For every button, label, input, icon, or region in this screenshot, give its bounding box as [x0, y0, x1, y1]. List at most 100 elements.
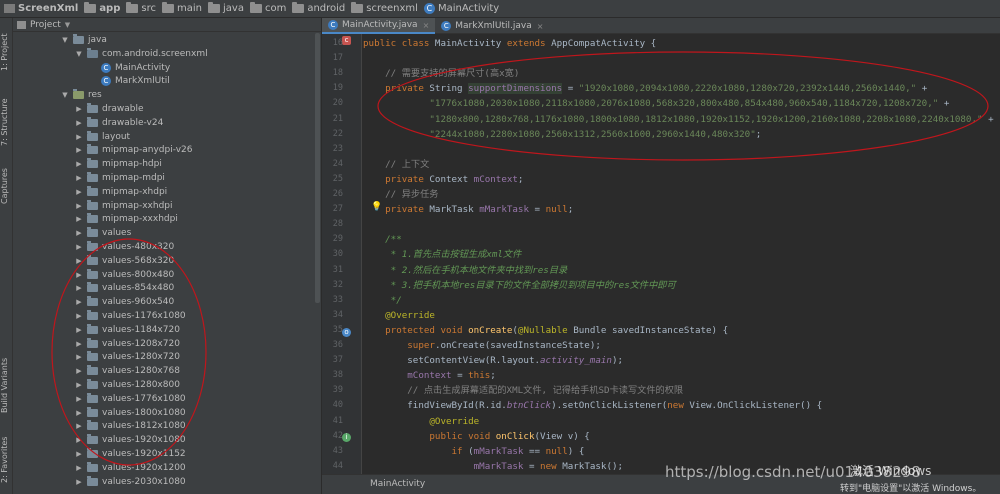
- tree-item[interactable]: ▶ values-1176x1080: [13, 309, 313, 323]
- breadcrumb-item[interactable]: ScreenXml: [4, 3, 78, 14]
- close-icon[interactable]: ×: [537, 22, 544, 31]
- tree-item[interactable]: ▶ mipmap-anydpi-v26: [13, 143, 313, 157]
- breadcrumb-item[interactable]: main: [156, 2, 202, 14]
- collapsed-arrow-icon[interactable]: ▶: [75, 284, 83, 292]
- collapsed-arrow-icon[interactable]: ▶: [75, 146, 83, 154]
- override-method-icon[interactable]: o: [342, 328, 351, 337]
- collapsed-arrow-icon[interactable]: ▶: [75, 105, 83, 113]
- tree-item[interactable]: ▶ values-1280x768: [13, 364, 313, 378]
- breadcrumb-label: src: [141, 3, 156, 14]
- tree-item[interactable]: ▶ values-1920x1080: [13, 433, 313, 447]
- breadcrumb-item[interactable]: C MainActivity: [418, 3, 499, 14]
- tree-item[interactable]: ▼ res: [13, 88, 313, 102]
- collapsed-arrow-icon[interactable]: ▶: [75, 450, 83, 458]
- collapsed-arrow-icon[interactable]: ▶: [75, 215, 83, 223]
- captures-tool-tab[interactable]: Captures: [0, 164, 13, 208]
- code-token: Bundle savedInstanceState) {: [573, 324, 729, 336]
- collapsed-arrow-icon[interactable]: ▶: [75, 409, 83, 417]
- collapsed-arrow-icon[interactable]: ▶: [75, 188, 83, 196]
- collapsed-arrow-icon[interactable]: ▶: [75, 381, 83, 389]
- collapsed-arrow-icon[interactable]: ▶: [75, 271, 83, 279]
- tree-item[interactable]: ▶ values-1208x720: [13, 337, 313, 351]
- tree-item[interactable]: C MarkXmlUtil: [13, 74, 313, 88]
- tree-item[interactable]: ▶ values-2030x1080: [13, 475, 313, 489]
- code-token: @Override: [363, 309, 435, 321]
- line-number-gutter: c o i 16 17 18 19 20 21 22 23 24 25 26 27 28 29 30 31 32…: [322, 34, 362, 474]
- project-panel-header[interactable]: Project ▼: [13, 18, 321, 32]
- expanded-arrow-icon[interactable]: ▼: [75, 50, 83, 58]
- editor-tab[interactable]: C MainActivity.java ×: [322, 18, 436, 34]
- tree-item[interactable]: ▶ values-854x480: [13, 281, 313, 295]
- breadcrumb-item[interactable]: android: [286, 2, 345, 14]
- collapsed-arrow-icon[interactable]: ▶: [75, 367, 83, 375]
- code-editor[interactable]: public class MainActivity extends AppCom…: [363, 34, 1000, 474]
- collapsed-arrow-icon[interactable]: ▶: [75, 133, 83, 141]
- collapsed-arrow-icon[interactable]: ▶: [75, 243, 83, 251]
- editor-tab[interactable]: C MarkXmlUtil.java ×: [435, 18, 549, 34]
- collapsed-arrow-icon[interactable]: ▶: [75, 464, 83, 472]
- breadcrumb-label: app: [99, 3, 121, 14]
- collapsed-arrow-icon[interactable]: ▶: [75, 257, 83, 265]
- tree-item[interactable]: ▶ values: [13, 226, 313, 240]
- lightbulb-icon[interactable]: 💡: [371, 202, 382, 212]
- expanded-arrow-icon[interactable]: ▼: [61, 91, 69, 99]
- implement-method-icon[interactable]: i: [342, 433, 351, 442]
- tree-item[interactable]: ▶ mipmap-xhdpi: [13, 185, 313, 199]
- breadcrumb-item[interactable]: src: [120, 2, 156, 14]
- tree-item[interactable]: ▶ mipmap-xxhdpi: [13, 199, 313, 213]
- tree-item[interactable]: ▶ values-568x320: [13, 254, 313, 268]
- tree-item[interactable]: ▶ values-1184x720: [13, 323, 313, 337]
- tree-item[interactable]: ▶ values-1812x1080: [13, 419, 313, 433]
- tree-item[interactable]: ▶ values-1280x800: [13, 378, 313, 392]
- breadcrumb-item[interactable]: java: [202, 2, 244, 14]
- tree-item[interactable]: ▶ values-480x320: [13, 240, 313, 254]
- collapsed-arrow-icon[interactable]: ▶: [75, 422, 83, 430]
- tree-scrollbar[interactable]: [315, 33, 320, 303]
- tree-item[interactable]: ▶ drawable-v24: [13, 116, 313, 130]
- tree-item[interactable]: ▶ values-1800x1080: [13, 406, 313, 420]
- tree-item[interactable]: ▶ values-800x480: [13, 268, 313, 282]
- project-tool-tab[interactable]: 1: Project: [0, 22, 13, 82]
- breadcrumb-label: MainActivity: [437, 3, 500, 14]
- collapsed-arrow-icon[interactable]: ▶: [75, 326, 83, 334]
- code-line: public class MainActivity extends AppCom…: [363, 36, 656, 51]
- tree-item[interactable]: ▼ java: [13, 33, 313, 47]
- tree-item[interactable]: ▶ mipmap-hdpi: [13, 157, 313, 171]
- collapsed-arrow-icon[interactable]: ▶: [75, 119, 83, 127]
- build-variants-tool-tab[interactable]: Build Variants: [0, 348, 13, 422]
- tree-item[interactable]: ▶ values-1920x1200: [13, 461, 313, 475]
- breadcrumb-item[interactable]: screenxml: [345, 2, 418, 14]
- collapsed-arrow-icon[interactable]: ▶: [75, 160, 83, 168]
- editor-tab-label: MainActivity.java: [342, 20, 418, 30]
- close-icon[interactable]: ×: [423, 21, 430, 30]
- tree-item[interactable]: ▶ values-960x540: [13, 295, 313, 309]
- breadcrumb-item[interactable]: com: [244, 2, 286, 14]
- tree-item[interactable]: ▶ values-1280x720: [13, 350, 313, 364]
- collapsed-arrow-icon[interactable]: ▶: [75, 478, 83, 486]
- tree-item[interactable]: C MainActivity: [13, 61, 313, 75]
- chevron-down-icon[interactable]: ▼: [65, 21, 70, 29]
- line-number: 44: [332, 460, 343, 471]
- tree-item[interactable]: ▶ drawable: [13, 102, 313, 116]
- collapsed-arrow-icon[interactable]: ▶: [75, 395, 83, 403]
- tree-item[interactable]: ▶ mipmap-mdpi: [13, 171, 313, 185]
- breadcrumb-item[interactable]: app: [78, 2, 121, 14]
- folder-icon: [87, 337, 98, 348]
- tree-item[interactable]: ▶ mipmap-xxxhdpi: [13, 212, 313, 226]
- collapsed-arrow-icon[interactable]: ▶: [75, 174, 83, 182]
- tree-item[interactable]: ▶ layout: [13, 130, 313, 144]
- collapsed-arrow-icon[interactable]: ▶: [75, 436, 83, 444]
- favorites-tool-tab[interactable]: 2: Favorites: [0, 430, 13, 490]
- collapsed-arrow-icon[interactable]: ▶: [75, 229, 83, 237]
- collapsed-arrow-icon[interactable]: ▶: [75, 312, 83, 320]
- collapsed-arrow-icon[interactable]: ▶: [75, 340, 83, 348]
- tree-item[interactable]: ▶ values-1776x1080: [13, 392, 313, 406]
- collapsed-arrow-icon[interactable]: ▶: [75, 298, 83, 306]
- structure-tool-tab[interactable]: 7: Structure: [0, 90, 13, 154]
- expanded-arrow-icon[interactable]: ▼: [61, 36, 69, 44]
- class-marker-icon[interactable]: c: [342, 36, 351, 45]
- collapsed-arrow-icon[interactable]: ▶: [75, 202, 83, 210]
- tree-item[interactable]: ▶ values-1920x1152: [13, 447, 313, 461]
- tree-item[interactable]: ▼ com.android.screenxml: [13, 47, 313, 61]
- collapsed-arrow-icon[interactable]: ▶: [75, 353, 83, 361]
